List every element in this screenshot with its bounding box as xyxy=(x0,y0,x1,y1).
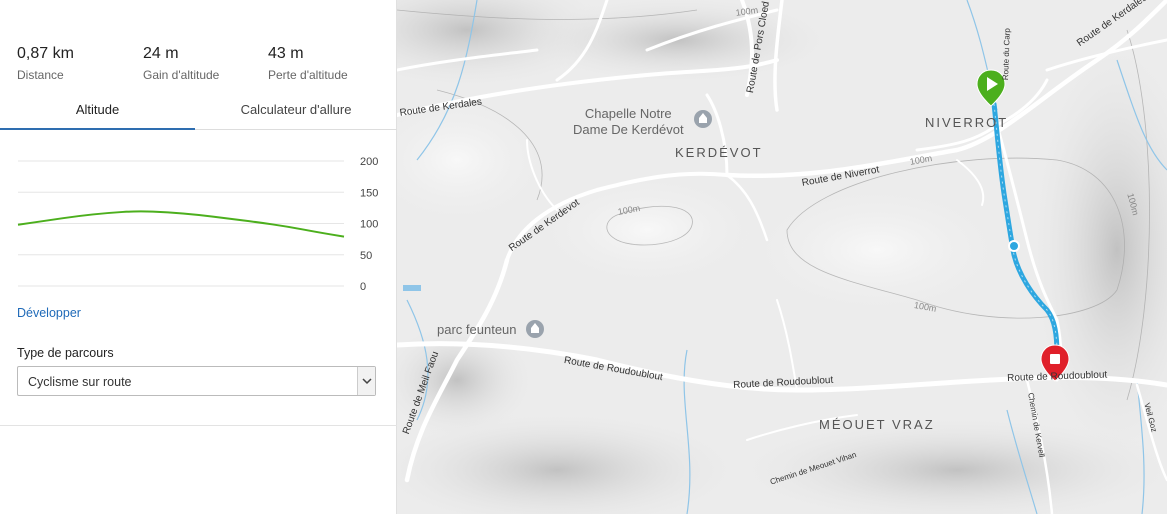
route-type-label: Type de parcours xyxy=(17,346,114,360)
gain-value: 24 m xyxy=(143,45,179,62)
place-label-meouet-vraz: MÉOUET VRAZ xyxy=(819,417,935,432)
tab-altitude[interactable]: Altitude xyxy=(0,96,195,130)
stat-gain: 24 m Gain d'altitude xyxy=(143,44,219,82)
chapel-icon[interactable] xyxy=(694,110,712,128)
route-details-panel: 0,87 km Distance 24 m Gain d'altitude 43… xyxy=(0,0,397,514)
tab-pace-calculator[interactable]: Calculateur d'allure xyxy=(195,96,397,130)
chevron-down-icon[interactable] xyxy=(357,367,375,395)
poi-label-chapelle-line1: Chapelle Notre xyxy=(584,106,672,121)
map-view[interactable]: Route de Kerdales Route de Pors Cloed Ro… xyxy=(397,0,1167,514)
monument-icon[interactable] xyxy=(526,320,544,338)
elevation-tick-label: 100 xyxy=(360,219,378,231)
develop-link[interactable]: Développer xyxy=(17,306,81,320)
terrain-shading xyxy=(397,0,1167,514)
app-root: 0,87 km Distance 24 m Gain d'altitude 43… xyxy=(0,0,1167,514)
route-type-select[interactable]: Cyclisme sur route xyxy=(17,366,376,396)
distance-label: Distance xyxy=(17,68,64,82)
route-waypoint[interactable] xyxy=(1008,240,1020,252)
poi-label-parc: parc feunteun xyxy=(437,322,517,337)
loss-value: 43 m xyxy=(268,45,304,62)
stat-distance: 0,87 km Distance xyxy=(17,44,74,82)
gain-label: Gain d'altitude xyxy=(143,68,220,82)
panel-divider xyxy=(0,425,397,426)
elevation-tick-label: 150 xyxy=(360,187,378,199)
poi-label-chapelle-line2: Dame De Kerdévot xyxy=(573,122,684,137)
chart-tabs: Altitude Calculateur d'allure xyxy=(0,96,397,130)
road-label-carp: Route du Carp xyxy=(1001,28,1012,81)
route-type-value: Cyclisme sur route xyxy=(28,375,132,389)
map-canvas xyxy=(397,0,1167,514)
stop-icon xyxy=(1050,354,1060,364)
place-label-kerdevot: KERDÉVOT xyxy=(675,145,763,160)
elevation-tick-label: 0 xyxy=(360,281,366,293)
distance-value: 0,87 km xyxy=(17,45,74,62)
route-stats: 0,87 km Distance 24 m Gain d'altitude 43… xyxy=(0,44,397,88)
loss-label: Perte d'altitude xyxy=(268,68,348,82)
pond xyxy=(403,285,421,291)
place-label-niverrot: NIVERROT xyxy=(925,115,1009,130)
elevation-tick-label: 50 xyxy=(360,250,372,262)
elevation-tick-label: 200 xyxy=(360,156,378,168)
stat-loss: 43 m Perte d'altitude xyxy=(268,44,348,82)
poi-label-chapelle: Chapelle Notre Dame De Kerdévot xyxy=(573,106,684,138)
elevation-chart: 200 150 100 50 0 xyxy=(17,156,378,293)
